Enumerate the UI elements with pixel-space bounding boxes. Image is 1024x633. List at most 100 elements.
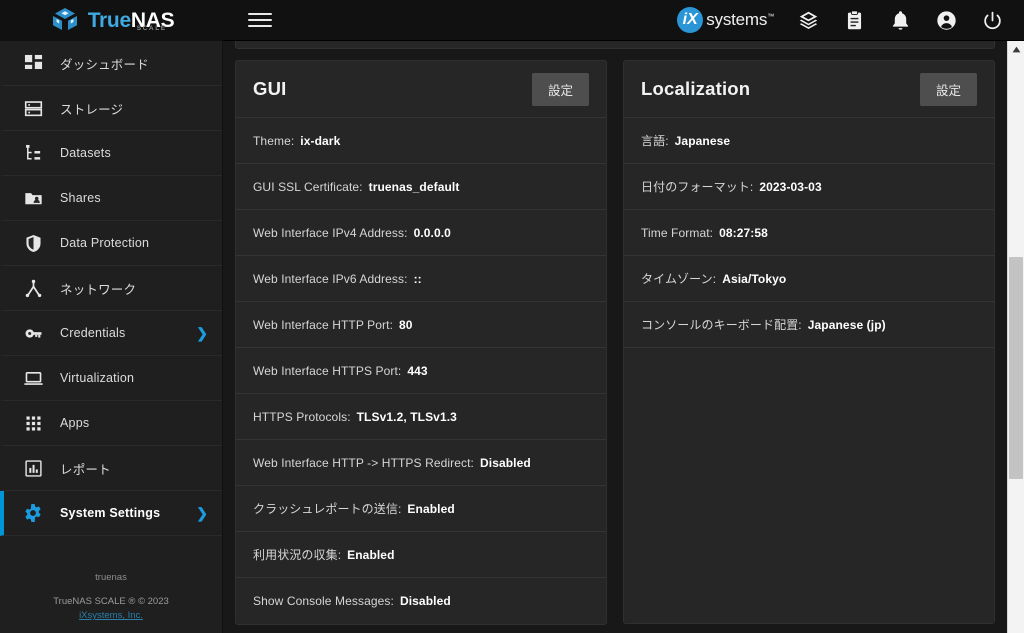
sidebar-item-network[interactable]: ネットワーク [0, 266, 222, 311]
row-value: :: [413, 271, 422, 286]
scroll-up-arrow-icon[interactable] [1008, 41, 1024, 57]
reports-chart-icon [22, 457, 44, 479]
sidebar-item-shares[interactable]: Shares [0, 176, 222, 221]
row-key: Web Interface HTTPS Port: [253, 363, 402, 378]
sidebar-item-label: ストレージ [60, 102, 124, 117]
sidebar-item-label: Shares [60, 191, 101, 205]
jobs-clipboard-icon[interactable] [842, 8, 866, 32]
gui-settings-button[interactable]: 設定 [531, 72, 589, 106]
row-key: コンソールのキーボード配置: [641, 318, 802, 332]
hamburger-menu-icon[interactable] [248, 10, 272, 30]
sidebar-item-label: System Settings [60, 506, 161, 520]
localization-row-time-format: Time Format: 08:27:58 [624, 210, 994, 256]
chevron-right-icon: ❯ [196, 325, 208, 341]
copyright-label: TrueNAS SCALE ® © 2023 [53, 595, 169, 607]
row-key: Web Interface IPv4 Address: [253, 225, 408, 240]
row-key: Web Interface IPv6 Address: [253, 271, 408, 286]
ixsystems-wordmark: systems™ [706, 10, 774, 30]
gui-row-ipv6-address: Web Interface IPv6 Address: :: [236, 256, 606, 302]
localization-card-empty-space [624, 348, 994, 623]
ix-apps-icon[interactable] [796, 8, 820, 32]
sidebar: ダッシュボード ストレージ Datasets Shares Data Prote… [0, 41, 223, 633]
account-user-icon[interactable] [934, 8, 958, 32]
row-value: 2023-03-03 [759, 179, 822, 194]
page-scrollbar[interactable] [1007, 41, 1024, 633]
gui-row-crash-reporting: クラッシュレポートの送信: Enabled [236, 486, 606, 532]
sidebar-item-storage[interactable]: ストレージ [0, 86, 222, 131]
apps-grid-icon [22, 412, 44, 434]
row-value: Enabled [407, 501, 455, 516]
sidebar-item-label: Virtualization [60, 371, 135, 385]
key-icon [22, 322, 44, 344]
row-value: Asia/Tokyo [722, 271, 787, 286]
scrollbar-thumb[interactable] [1008, 257, 1023, 479]
localization-card: Localization 設定 言語: Japanese 日付のフォーマット: … [623, 60, 995, 624]
row-value: 0.0.0.0 [413, 225, 451, 240]
ixsystems-logo[interactable]: iX systems™ [677, 7, 774, 33]
row-key: Web Interface HTTP Port: [253, 317, 394, 332]
gui-card-title: GUI [253, 78, 287, 99]
sidebar-item-label: レポート [60, 462, 111, 477]
sidebar-item-virtualization[interactable]: Virtualization [0, 356, 222, 401]
truenas-cube-logo-icon [49, 7, 81, 33]
localization-settings-button[interactable]: 設定 [919, 72, 977, 106]
row-key: タイムゾーン: [641, 272, 717, 286]
localization-row-timezone: タイムゾーン: Asia/Tokyo [624, 256, 994, 302]
sidebar-item-data-protection[interactable]: Data Protection [0, 221, 222, 266]
monitor-icon [22, 367, 44, 389]
sidebar-item-system-settings[interactable]: System Settings ❯ [0, 491, 222, 536]
sidebar-item-credentials[interactable]: Credentials ❯ [0, 311, 222, 356]
sidebar-item-datasets[interactable]: Datasets [0, 131, 222, 176]
storage-icon [22, 97, 44, 119]
ixsystems-link[interactable]: iXsystems, Inc. [10, 610, 212, 621]
sidebar-nav: ダッシュボード ストレージ Datasets Shares Data Prote… [0, 41, 222, 558]
brand-logo-area[interactable]: TrueNAS SCALE [0, 0, 223, 41]
scrollbar-track[interactable] [1008, 57, 1024, 633]
row-value: truenas_default [368, 179, 460, 194]
brand-title: TrueNAS SCALE [88, 10, 175, 32]
sidebar-item-reports[interactable]: レポート [0, 446, 222, 491]
gui-card-header: GUI 設定 [236, 61, 606, 118]
dashboard-icon [22, 52, 44, 74]
row-key: Web Interface HTTP -> HTTPS Redirect: [253, 455, 474, 470]
gui-row-https-protocols: HTTPS Protocols: TLSv1.2, TLSv1.3 [236, 394, 606, 440]
row-value: Disabled [399, 594, 451, 608]
row-key: Show Console Messages: [253, 594, 394, 608]
gui-row-theme: Theme: ix-dark [236, 118, 606, 164]
row-key: Theme: [253, 133, 295, 148]
sidebar-item-label: ダッシュボード [60, 57, 149, 72]
localization-row-date-format: 日付のフォーマット: 2023-03-03 [624, 164, 994, 210]
row-value: Enabled [347, 547, 395, 562]
gui-card: GUI 設定 Theme: ix-dark GUI SSL Certificat… [235, 60, 607, 625]
shares-folder-icon [22, 187, 44, 209]
hostname-label: truenas [95, 571, 127, 583]
settings-cards: GUI 設定 Theme: ix-dark GUI SSL Certificat… [235, 41, 995, 625]
row-key: GUI SSL Certificate: [253, 179, 363, 194]
row-key: 言語: [641, 134, 669, 148]
sidebar-item-apps[interactable]: Apps [0, 401, 222, 446]
hamburger-bar [248, 25, 272, 27]
row-value: 80 [399, 317, 413, 332]
alerts-bell-icon[interactable] [888, 8, 912, 32]
shield-icon [22, 232, 44, 254]
sidebar-item-dashboard[interactable]: ダッシュボード [0, 41, 222, 86]
brand-subtitle: SCALE [136, 25, 167, 32]
hamburger-bar [248, 19, 272, 21]
sidebar-item-label: Datasets [60, 146, 111, 160]
row-value: 443 [407, 363, 428, 378]
sidebar-footer: truenas TrueNAS SCALE ® © 2023 iXsystems… [0, 558, 222, 633]
row-key: クラッシュレポートの送信: [253, 502, 402, 516]
ixsystems-trademark: ™ [767, 13, 774, 21]
gui-row-http-port: Web Interface HTTP Port: 80 [236, 302, 606, 348]
row-value: 08:27:58 [719, 225, 768, 240]
sidebar-item-label: Credentials [60, 326, 126, 340]
power-icon[interactable] [980, 8, 1004, 32]
main-content: GUI 設定 Theme: ix-dark GUI SSL Certificat… [223, 41, 1007, 633]
gui-row-show-console-messages: Show Console Messages: Disabled [236, 578, 606, 624]
gui-row-https-port: Web Interface HTTPS Port: 443 [236, 348, 606, 394]
row-value: Japanese [674, 133, 731, 148]
gui-row-usage-collection: 利用状況の収集: Enabled [236, 532, 606, 578]
row-value: Japanese (jp) [807, 317, 886, 332]
row-key: HTTPS Protocols: [253, 409, 351, 424]
localization-row-console-keyboard-map: コンソールのキーボード配置: Japanese (jp) [624, 302, 994, 348]
